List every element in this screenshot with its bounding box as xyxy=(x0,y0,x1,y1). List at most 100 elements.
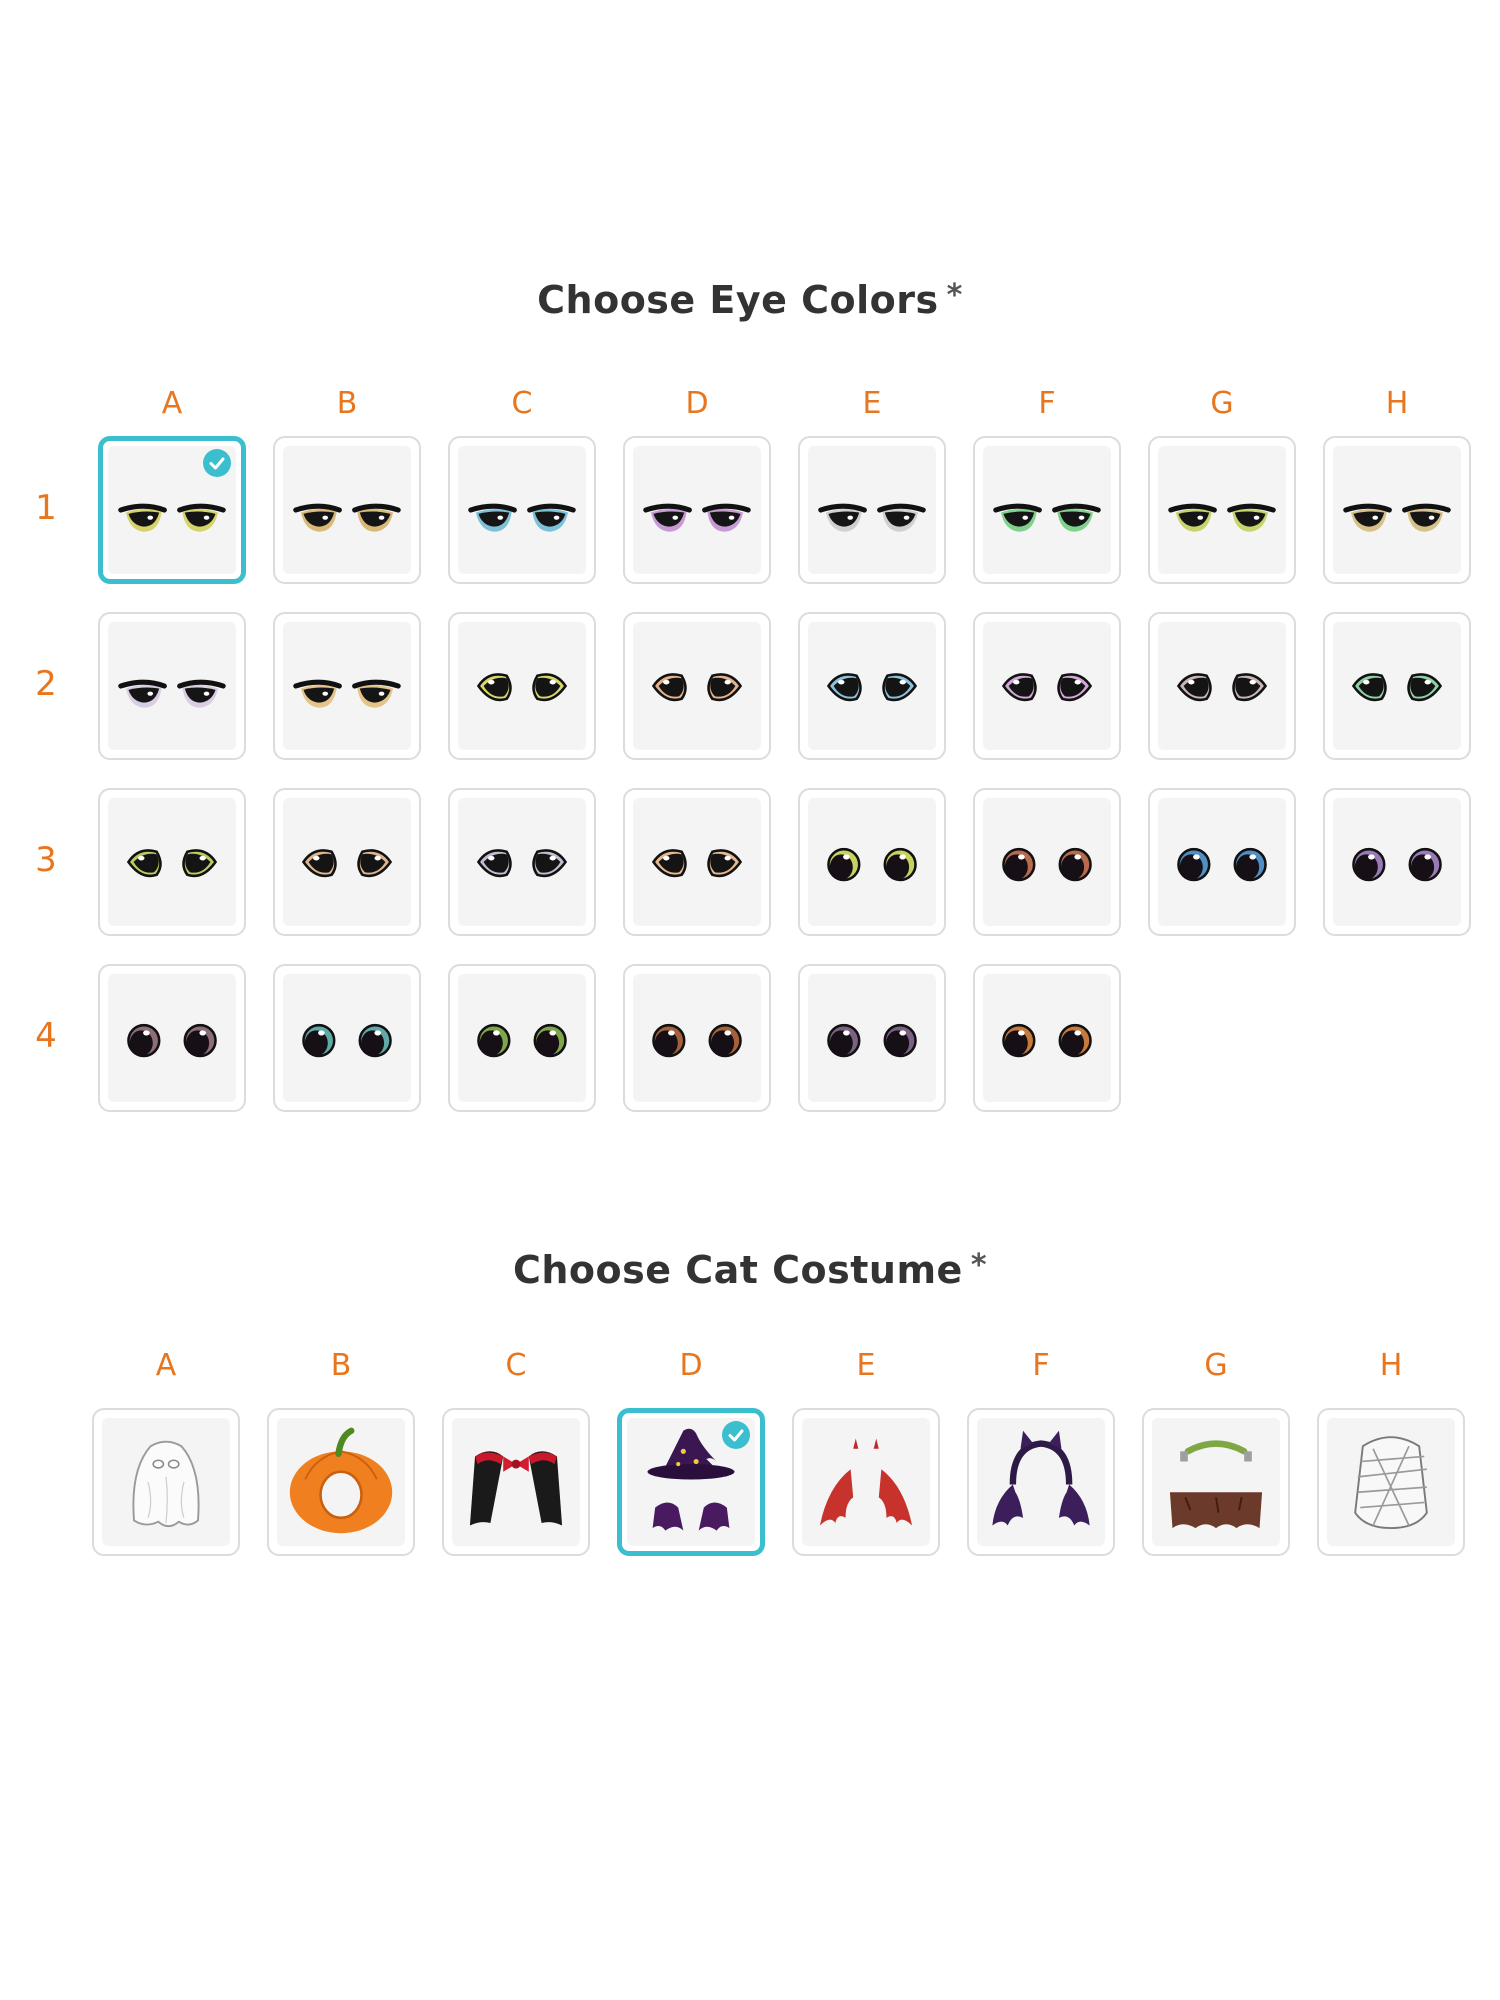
cat-eyes-icon xyxy=(126,849,218,878)
costume-option-witch-hat[interactable] xyxy=(617,1408,765,1556)
eye-color-option[interactable] xyxy=(1148,788,1296,936)
costume-option-bat-wings[interactable] xyxy=(967,1408,1115,1556)
cat-eyes-icon xyxy=(1002,1023,1092,1058)
eye-color-option[interactable] xyxy=(273,436,421,584)
eye-color-option[interactable] xyxy=(1148,436,1296,584)
tile-background xyxy=(808,974,936,1102)
costume-option-mummy[interactable] xyxy=(1317,1408,1465,1556)
cat-eyes-icon xyxy=(1002,847,1092,882)
costume-column-label: E xyxy=(856,1348,876,1383)
tile-background xyxy=(1158,446,1286,574)
tile-background xyxy=(808,446,936,574)
cat-eyes-icon xyxy=(118,679,226,708)
tile-background xyxy=(983,798,1111,926)
costume-column-label: G xyxy=(1204,1348,1228,1383)
eye-color-option[interactable] xyxy=(623,436,771,584)
cat-eyes-icon xyxy=(651,849,743,878)
eye-color-option[interactable] xyxy=(973,612,1121,760)
tile-background xyxy=(977,1418,1105,1546)
tile-background xyxy=(808,622,936,750)
tile-background xyxy=(633,622,761,750)
tile-background xyxy=(983,622,1111,750)
eye-color-option[interactable] xyxy=(623,964,771,1112)
costume-column-label: F xyxy=(1032,1348,1050,1383)
eye-color-option[interactable] xyxy=(973,788,1121,936)
cat-eyes-icon xyxy=(293,679,401,708)
eye-colors-title-text: Choose Eye Colors xyxy=(537,278,939,322)
cat-eyes-icon xyxy=(1177,847,1267,882)
eye-color-option[interactable] xyxy=(273,788,421,936)
tile-background xyxy=(458,798,586,926)
tile-background xyxy=(277,1418,405,1546)
tile-background xyxy=(458,446,586,574)
tile-background xyxy=(802,1418,930,1546)
eye-color-option[interactable] xyxy=(1148,612,1296,760)
costume-option-devil-wings[interactable] xyxy=(792,1408,940,1556)
costume-option-frankenstein[interactable] xyxy=(1142,1408,1290,1556)
eye-color-option[interactable] xyxy=(98,964,246,1112)
tile-background xyxy=(1327,1418,1455,1546)
tile-background xyxy=(808,798,936,926)
eye-color-option[interactable] xyxy=(623,612,771,760)
eye-color-option[interactable] xyxy=(273,612,421,760)
selected-check-icon xyxy=(203,449,231,477)
eye-color-option[interactable] xyxy=(98,788,246,936)
bat-wings-icon xyxy=(992,1430,1090,1526)
eye-color-option[interactable] xyxy=(973,436,1121,584)
eye-color-option[interactable] xyxy=(798,612,946,760)
eye-color-option[interactable] xyxy=(798,964,946,1112)
cat-eyes-icon xyxy=(301,849,393,878)
tile-background xyxy=(983,974,1111,1102)
costume-option-vampire-cape[interactable] xyxy=(442,1408,590,1556)
eye-color-option[interactable] xyxy=(273,964,421,1112)
eye-column-label: C xyxy=(511,386,533,421)
eye-color-option[interactable] xyxy=(1323,436,1471,584)
cat-eyes-icon xyxy=(818,503,926,532)
eye-color-option[interactable] xyxy=(448,612,596,760)
vampire-cape-icon xyxy=(469,1451,563,1526)
eye-color-option[interactable] xyxy=(1323,612,1471,760)
ghost-icon xyxy=(132,1440,200,1528)
tile-background xyxy=(108,622,236,750)
eye-column-label: A xyxy=(161,386,183,421)
tile-background xyxy=(283,622,411,750)
tile-background xyxy=(108,974,236,1102)
tile-background xyxy=(1333,798,1461,926)
eye-color-option[interactable] xyxy=(798,436,946,584)
cat-costume-title: Choose Cat Costume * xyxy=(0,1248,1500,1292)
costume-column-label: B xyxy=(330,1348,352,1383)
eye-row-label: 3 xyxy=(35,840,57,880)
devil-wings-icon xyxy=(819,1438,913,1526)
eye-column-label: E xyxy=(862,386,882,421)
eye-column-label: D xyxy=(685,386,709,421)
costume-column-label: A xyxy=(155,1348,177,1383)
costume-column-label: H xyxy=(1379,1348,1403,1383)
eye-color-option[interactable] xyxy=(798,788,946,936)
eye-color-option[interactable] xyxy=(98,436,246,584)
cat-eyes-icon xyxy=(1352,847,1442,882)
tile-background xyxy=(1158,622,1286,750)
eye-color-option[interactable] xyxy=(623,788,771,936)
eye-row-label: 2 xyxy=(35,664,57,704)
eye-color-option[interactable] xyxy=(1323,788,1471,936)
eye-color-option[interactable] xyxy=(98,612,246,760)
tile-background xyxy=(452,1418,580,1546)
tile-background xyxy=(458,974,586,1102)
tile-background xyxy=(108,798,236,926)
eye-color-option[interactable] xyxy=(448,788,596,936)
eye-column-label: G xyxy=(1210,386,1234,421)
eye-column-label: F xyxy=(1038,386,1056,421)
eye-color-option[interactable] xyxy=(973,964,1121,1112)
eye-color-option[interactable] xyxy=(448,436,596,584)
tile-background xyxy=(102,1418,230,1546)
cat-eyes-icon xyxy=(1176,673,1268,702)
eye-color-option[interactable] xyxy=(448,964,596,1112)
tile-background xyxy=(1152,1418,1280,1546)
eye-row-label: 1 xyxy=(35,488,57,528)
costume-option-ghost[interactable] xyxy=(92,1408,240,1556)
cat-eyes-icon xyxy=(302,1023,392,1058)
pumpkin-icon xyxy=(289,1427,393,1534)
eye-colors-title: Choose Eye Colors * xyxy=(0,278,1500,322)
cat-eyes-icon xyxy=(643,503,751,532)
costume-option-pumpkin[interactable] xyxy=(267,1408,415,1556)
